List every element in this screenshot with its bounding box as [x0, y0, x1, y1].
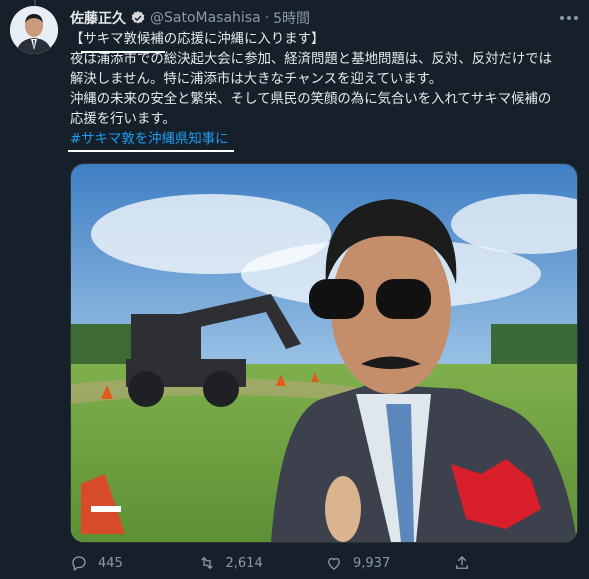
share-button[interactable] [453, 554, 581, 572]
verified-badge-icon [131, 11, 145, 24]
header-separator: · [264, 10, 270, 26]
reply-count: 445 [98, 555, 123, 571]
tweet-header: 佐藤正久 @SatoMasahisa · 5時間 [70, 8, 310, 28]
tweet-line: 夜は浦添市での総決起大会に参加、経済問題と基地問題は、反対、反対だけでは [70, 52, 553, 67]
author-handle[interactable]: @SatoMasahisa [150, 10, 261, 26]
tweet-line: 解決しません。特に浦添市は大きなチャンスを迎えています。 [70, 72, 443, 87]
thread-top [0, 0, 589, 6]
tweet-line: 【サキマ敦候補の応援に沖縄に入ります】 [70, 32, 325, 47]
author-name[interactable]: 佐藤正久 [70, 8, 126, 28]
reply-icon [72, 556, 86, 572]
tweet-line: 沖縄の未来の安全と繁栄、そして県民の笑顔の為に気合いを入れてサキマ候補の [70, 92, 552, 107]
share-icon [455, 556, 468, 569]
more-icon[interactable] [556, 8, 582, 28]
tweet-line: 応援を行います。 [70, 112, 176, 127]
tweet-photo[interactable] [70, 163, 578, 543]
hashtag-link[interactable]: #サキマ敦を沖縄県知事に [70, 130, 580, 150]
tweet-time[interactable]: 5時間 [273, 8, 310, 28]
retweet-icon [200, 556, 213, 570]
tweet-actions: 445 2,614 9,937 [70, 550, 580, 576]
heart-icon [328, 557, 340, 570]
tweet-text: 【サキマ敦候補の応援に沖縄に入ります】 夜は浦添市での総決起大会に参加、経済問題… [70, 30, 580, 150]
like-count: 9,937 [353, 555, 391, 571]
underline-annotation [68, 150, 234, 152]
like-button[interactable]: 9,937 [325, 554, 453, 572]
retweet-button[interactable]: 2,614 [198, 554, 326, 572]
retweet-count: 2,614 [225, 555, 263, 571]
avatar[interactable] [10, 6, 58, 54]
reply-button[interactable]: 445 [70, 554, 198, 572]
underline-annotation [81, 51, 165, 53]
